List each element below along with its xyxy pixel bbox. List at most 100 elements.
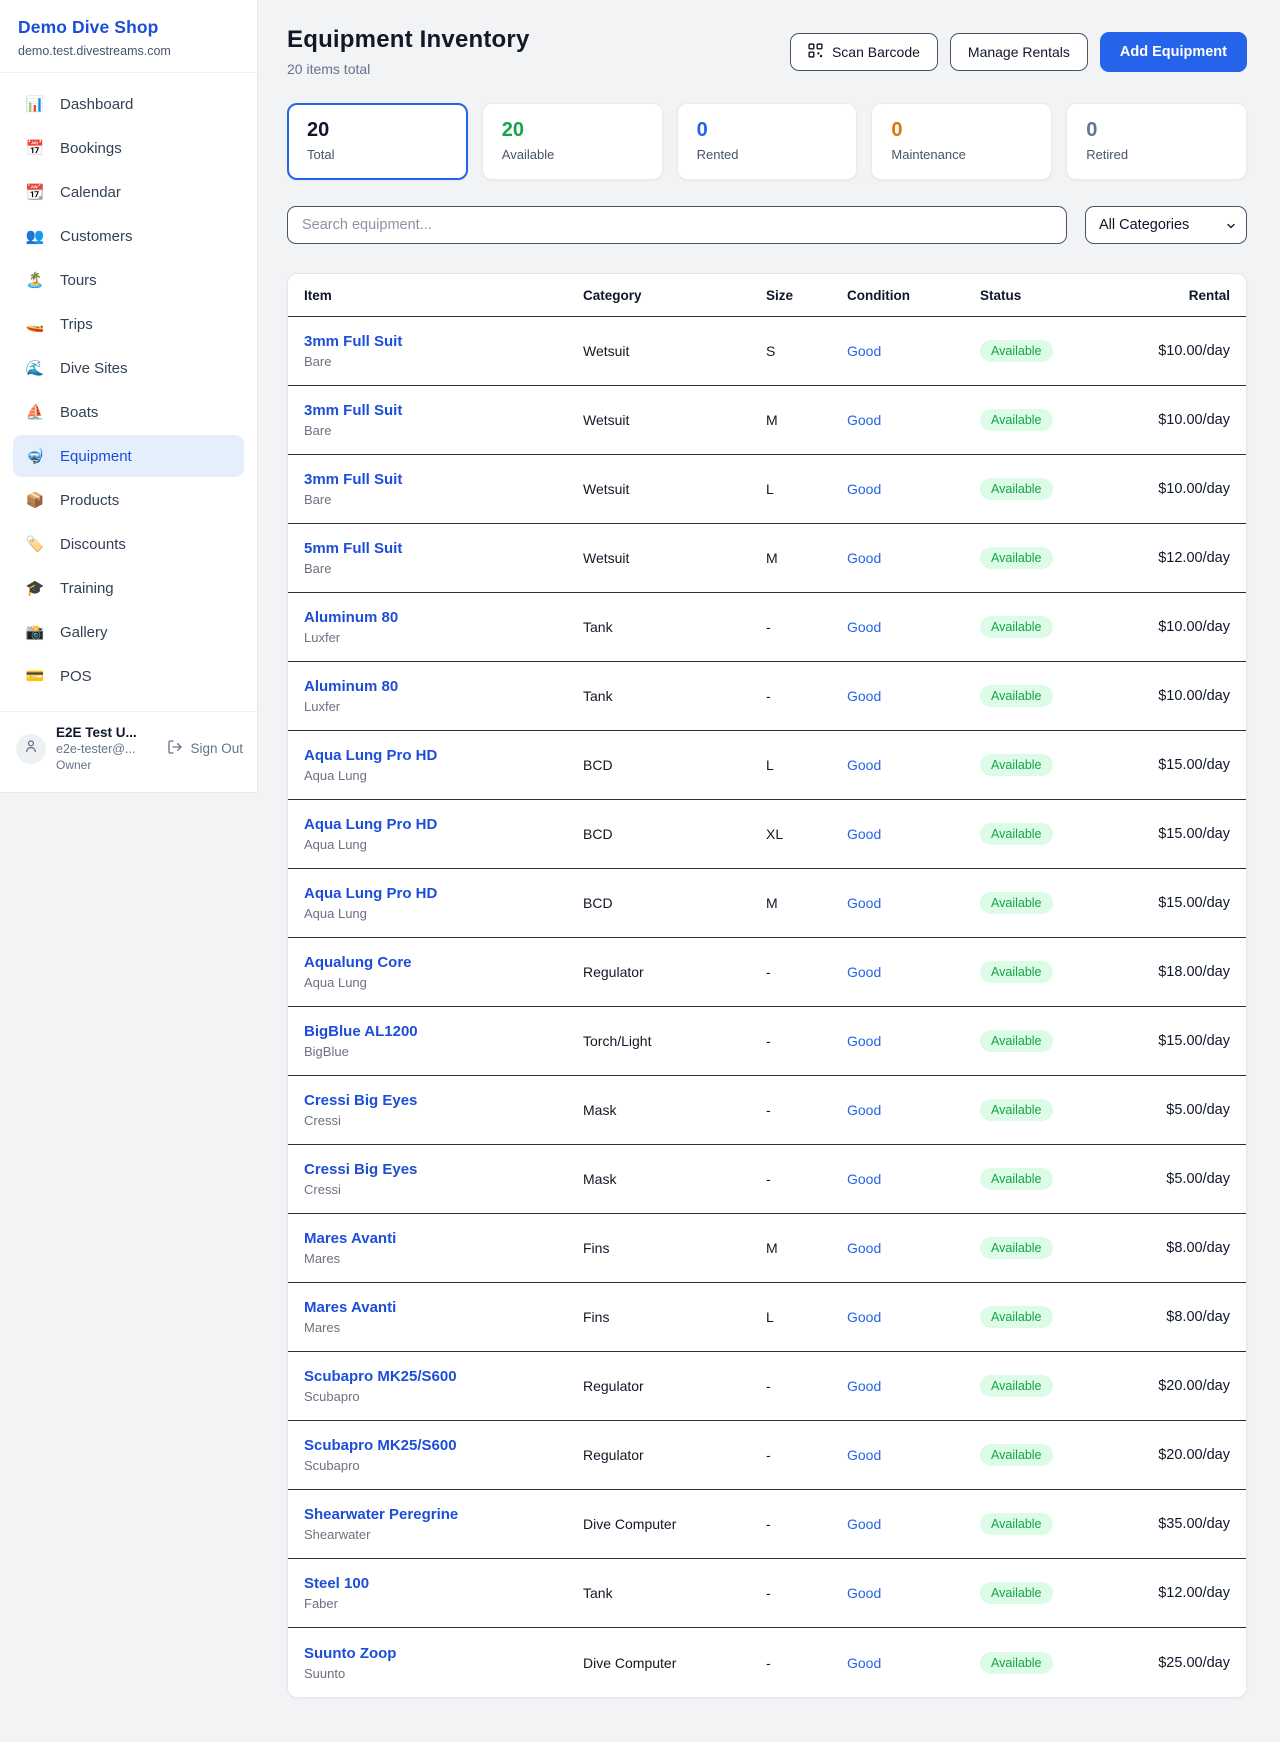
- category-cell: Dive Computer: [583, 1655, 766, 1671]
- size-cell: -: [766, 1447, 847, 1463]
- sidebar-item[interactable]: 📊 Dashboard: [13, 83, 244, 125]
- condition-link[interactable]: Good: [847, 1171, 980, 1187]
- stat-label: Rented: [697, 147, 838, 162]
- scan-barcode-button[interactable]: Scan Barcode: [790, 33, 938, 71]
- condition-link[interactable]: Good: [847, 964, 980, 980]
- sidebar-item[interactable]: 📅 Bookings: [13, 127, 244, 169]
- item-cell: Aluminum 80 Luxfer: [304, 678, 583, 714]
- table-row: Aqua Lung Pro HD Aqua Lung BCD XL Good A…: [288, 800, 1246, 869]
- nav-item-label: Calendar: [60, 184, 121, 201]
- sidebar-item[interactable]: ⛵ Boats: [13, 391, 244, 433]
- item-name-link[interactable]: 5mm Full Suit: [304, 540, 583, 557]
- category-select[interactable]: All Categories: [1085, 206, 1247, 244]
- condition-link[interactable]: Good: [847, 1102, 980, 1118]
- condition-link[interactable]: Good: [847, 412, 980, 428]
- nav-item-icon: 🤿: [25, 449, 45, 464]
- item-name-link[interactable]: Cressi Big Eyes: [304, 1092, 583, 1109]
- item-name-link[interactable]: 3mm Full Suit: [304, 402, 583, 419]
- item-name-link[interactable]: Aqua Lung Pro HD: [304, 885, 583, 902]
- nav-item-label: Dive Sites: [60, 360, 128, 377]
- condition-link[interactable]: Good: [847, 550, 980, 566]
- nav-item-label: Bookings: [60, 140, 122, 157]
- sidebar-item[interactable]: 📸 Gallery: [13, 611, 244, 653]
- equipment-table: Item Category Size Condition Status Rent…: [287, 273, 1247, 1698]
- condition-link[interactable]: Good: [847, 343, 980, 359]
- item-name-link[interactable]: 3mm Full Suit: [304, 471, 583, 488]
- item-name-link[interactable]: Aqualung Core: [304, 954, 583, 971]
- status-cell: Available: [980, 1237, 1144, 1259]
- item-name-link[interactable]: Aluminum 80: [304, 678, 583, 695]
- item-name-link[interactable]: Shearwater Peregrine: [304, 1506, 583, 1523]
- category-cell: Tank: [583, 688, 766, 704]
- status-cell: Available: [980, 1444, 1144, 1466]
- item-brand: Bare: [304, 354, 583, 369]
- condition-link[interactable]: Good: [847, 826, 980, 842]
- condition-link[interactable]: Good: [847, 619, 980, 635]
- item-name-link[interactable]: Scubapro MK25/S600: [304, 1437, 583, 1454]
- condition-link[interactable]: Good: [847, 1033, 980, 1049]
- item-name-link[interactable]: BigBlue AL1200: [304, 1023, 583, 1040]
- condition-link[interactable]: Good: [847, 895, 980, 911]
- size-cell: -: [766, 1171, 847, 1187]
- item-name-link[interactable]: Steel 100: [304, 1575, 583, 1592]
- item-brand: Bare: [304, 561, 583, 576]
- condition-link[interactable]: Good: [847, 1447, 980, 1463]
- status-cell: Available: [980, 754, 1144, 776]
- sidebar-item[interactable]: 💳 POS: [13, 655, 244, 697]
- stat-card[interactable]: 20 Available: [482, 103, 663, 180]
- sidebar-item[interactable]: 🤿 Equipment: [13, 435, 244, 477]
- item-name-link[interactable]: Mares Avanti: [304, 1230, 583, 1247]
- stat-label: Maintenance: [891, 147, 1032, 162]
- condition-link[interactable]: Good: [847, 1585, 980, 1601]
- rental-price: $5.00/day: [1144, 1102, 1230, 1118]
- nav-item-label: Trips: [60, 316, 93, 333]
- condition-link[interactable]: Good: [847, 1309, 980, 1325]
- status-cell: Available: [980, 409, 1144, 431]
- manage-rentals-button[interactable]: Manage Rentals: [950, 33, 1088, 71]
- sidebar-item[interactable]: 📦 Products: [13, 479, 244, 521]
- condition-link[interactable]: Good: [847, 1655, 980, 1671]
- sign-out-button[interactable]: Sign Out: [167, 739, 243, 758]
- sidebar-item[interactable]: 🎓 Training: [13, 567, 244, 609]
- item-cell: Shearwater Peregrine Shearwater: [304, 1506, 583, 1542]
- condition-link[interactable]: Good: [847, 757, 980, 773]
- nav-item-label: Dashboard: [60, 96, 133, 113]
- item-brand: Bare: [304, 423, 583, 438]
- sidebar-item[interactable]: 📆 Calendar: [13, 171, 244, 213]
- sidebar-item[interactable]: 🚤 Trips: [13, 303, 244, 345]
- rental-price: $15.00/day: [1144, 826, 1230, 842]
- condition-link[interactable]: Good: [847, 1378, 980, 1394]
- item-name-link[interactable]: Scubapro MK25/S600: [304, 1368, 583, 1385]
- item-name-link[interactable]: Aluminum 80: [304, 609, 583, 626]
- user-section: E2E Test U... e2e-tester@... Owner Sign …: [0, 712, 257, 788]
- item-cell: 5mm Full Suit Bare: [304, 540, 583, 576]
- sidebar-item[interactable]: 🏷️ Discounts: [13, 523, 244, 565]
- nav-item-icon: 👥: [25, 229, 45, 244]
- condition-link[interactable]: Good: [847, 1516, 980, 1532]
- item-name-link[interactable]: Aqua Lung Pro HD: [304, 816, 583, 833]
- nav-item-icon: 📅: [25, 141, 45, 156]
- item-name-link[interactable]: Mares Avanti: [304, 1299, 583, 1316]
- stat-card[interactable]: 0 Rented: [677, 103, 858, 180]
- search-input[interactable]: [287, 206, 1067, 244]
- item-name-link[interactable]: Cressi Big Eyes: [304, 1161, 583, 1178]
- nav-item-icon: 🎓: [25, 581, 45, 596]
- item-name-link[interactable]: Aqua Lung Pro HD: [304, 747, 583, 764]
- stat-card[interactable]: 0 Retired: [1066, 103, 1247, 180]
- add-equipment-button[interactable]: Add Equipment: [1100, 32, 1247, 72]
- item-name-link[interactable]: 3mm Full Suit: [304, 333, 583, 350]
- condition-link[interactable]: Good: [847, 481, 980, 497]
- status-badge: Available: [980, 616, 1053, 638]
- stat-card[interactable]: 20 Total: [287, 103, 468, 180]
- condition-link[interactable]: Good: [847, 1240, 980, 1256]
- category-cell: Wetsuit: [583, 481, 766, 497]
- condition-link[interactable]: Good: [847, 688, 980, 704]
- sidebar-item[interactable]: 🏝️ Tours: [13, 259, 244, 301]
- stat-card[interactable]: 0 Maintenance: [871, 103, 1052, 180]
- table-row: BigBlue AL1200 BigBlue Torch/Light - Goo…: [288, 1007, 1246, 1076]
- nav-item-label: Gallery: [60, 624, 108, 641]
- sidebar-item[interactable]: 👥 Customers: [13, 215, 244, 257]
- item-name-link[interactable]: Suunto Zoop: [304, 1645, 583, 1662]
- sidebar-item[interactable]: 🌊 Dive Sites: [13, 347, 244, 389]
- item-cell: Mares Avanti Mares: [304, 1299, 583, 1335]
